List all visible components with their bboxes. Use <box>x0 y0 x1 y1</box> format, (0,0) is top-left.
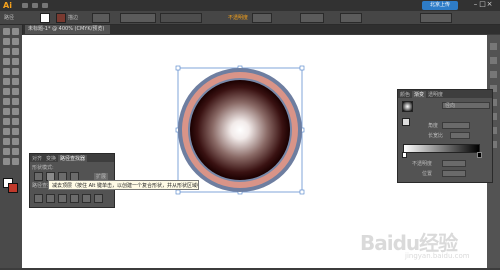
resize-handle-ne[interactable] <box>299 65 305 71</box>
blob-brush-tool-icon[interactable] <box>3 78 10 85</box>
aspect-ratio-field[interactable] <box>450 132 470 139</box>
angle-label: 角度 <box>428 123 439 129</box>
control-bar: 路径 描边 不透明度 <box>0 11 500 25</box>
maximize-button[interactable]: □ <box>479 0 486 8</box>
free-transform-tool-icon[interactable] <box>12 98 19 105</box>
direct-selection-tool-icon[interactable] <box>12 28 19 35</box>
zoom-tool-icon[interactable] <box>12 158 19 165</box>
fill-stroke-icon[interactable] <box>402 118 410 126</box>
workspace-field[interactable] <box>420 13 452 23</box>
window-controls: – □× <box>472 0 493 8</box>
location-label: 位置 <box>422 171 433 177</box>
lasso-tool-icon[interactable] <box>12 38 19 45</box>
dock-icon-2[interactable] <box>490 57 497 64</box>
document-tab[interactable]: 未标题-1* @ 400% (CMYK/预览) <box>25 25 110 34</box>
dock-icon-3[interactable] <box>490 71 497 78</box>
tab-align[interactable]: 对齐 <box>30 155 44 163</box>
crop-button[interactable] <box>70 194 79 203</box>
stop-opacity-field[interactable] <box>442 160 466 167</box>
opacity-label: 不透明度 <box>412 161 433 167</box>
warp-tool-icon[interactable] <box>3 98 10 105</box>
shape-builder-tool-icon[interactable] <box>3 108 10 115</box>
gradient-thumbnail[interactable] <box>402 101 413 112</box>
paintbrush-tool-icon[interactable] <box>3 68 10 75</box>
minus-back-button[interactable] <box>94 194 103 203</box>
tooltip: 减去顶层（按住 Alt 键单击，以创建一个复合形状，并从形状区域中减去） <box>48 180 199 190</box>
close-button[interactable]: × <box>486 0 493 8</box>
gradient-type-select[interactable]: 径向 <box>442 102 490 109</box>
eraser-tool-icon[interactable] <box>12 78 19 85</box>
aspect-ratio-label: 长宽比 <box>428 133 444 139</box>
selection-tool-icon[interactable] <box>3 28 10 35</box>
shape-modes-label: 形状模式: <box>32 165 54 171</box>
align-field[interactable] <box>340 13 362 23</box>
tab-pathfinder[interactable]: 路径查找器 <box>58 155 88 163</box>
slice-tool-icon[interactable] <box>12 148 19 155</box>
watermark-url: jingyan.baidu.com <box>405 252 470 260</box>
perspective-grid-tool-icon[interactable] <box>12 108 19 115</box>
line-tool-icon[interactable] <box>3 58 10 65</box>
expand-button[interactable]: 扩展 <box>94 173 109 180</box>
gradient-tool-icon[interactable] <box>12 118 19 125</box>
angle-field[interactable] <box>442 122 470 129</box>
eyedropper-tool-icon[interactable] <box>3 128 10 135</box>
rectangle-tool-icon[interactable] <box>12 58 19 65</box>
tab-color[interactable]: 颜色 <box>398 91 412 99</box>
outline-button[interactable] <box>82 194 91 203</box>
pathfinder-panel-tabs: 对齐 变换 路径查找器 <box>30 154 114 163</box>
scale-tool-icon[interactable] <box>12 88 19 95</box>
gradient-stop-left[interactable] <box>402 152 407 158</box>
magic-wand-tool-icon[interactable] <box>3 38 10 45</box>
tab-transform[interactable]: 变换 <box>44 155 58 163</box>
stop-location-field[interactable] <box>442 170 466 177</box>
blend-tool-icon[interactable] <box>12 128 19 135</box>
type-tool-icon[interactable] <box>12 48 19 55</box>
selection-type-label: 路径 <box>4 15 15 21</box>
brush-definition-field[interactable] <box>160 13 202 23</box>
app-title-bar: Ai 北京上传 – □× <box>0 0 500 11</box>
gradient-panel: 颜色 渐变 透明度 径向 角度 长宽比 不透明度 位置 <box>397 89 493 183</box>
sync-button[interactable]: 北京上传 <box>422 1 458 10</box>
divide-button[interactable] <box>34 194 43 203</box>
app-logo: Ai <box>3 1 12 10</box>
stroke-label: 描边 <box>68 15 79 21</box>
stroke-color-swatch[interactable] <box>8 183 18 193</box>
stock-icon[interactable] <box>32 3 38 8</box>
gradient-panel-tabs: 颜色 渐变 透明度 <box>398 90 492 99</box>
tab-gradient[interactable]: 渐变 <box>412 91 427 99</box>
symbol-sprayer-tool-icon[interactable] <box>3 138 10 145</box>
gradient-stop-right[interactable] <box>477 152 482 158</box>
stroke-swatch[interactable] <box>56 13 66 23</box>
bridge-icon[interactable] <box>22 3 28 8</box>
resize-handle-sw[interactable] <box>175 189 181 195</box>
mesh-tool-icon[interactable] <box>3 118 10 125</box>
unite-button[interactable] <box>34 172 43 181</box>
variable-width-field[interactable] <box>120 13 156 23</box>
artboard-tool-icon[interactable] <box>3 148 10 155</box>
dock-icon-1[interactable] <box>490 43 497 50</box>
opacity-label[interactable]: 不透明度 <box>228 14 248 21</box>
pencil-tool-icon[interactable] <box>12 68 19 75</box>
graph-tool-icon[interactable] <box>12 138 19 145</box>
arrange-docs-icon[interactable] <box>42 3 48 8</box>
gradient-circle[interactable] <box>190 80 290 180</box>
style-field[interactable] <box>300 13 324 23</box>
hand-tool-icon[interactable] <box>3 158 10 165</box>
minimize-button[interactable]: – <box>472 0 479 8</box>
opacity-field[interactable] <box>252 13 272 23</box>
rotate-tool-icon[interactable] <box>3 88 10 95</box>
merge-button[interactable] <box>58 194 67 203</box>
pen-tool-icon[interactable] <box>3 48 10 55</box>
stroke-weight-field[interactable] <box>92 13 110 23</box>
trim-button[interactable] <box>46 194 55 203</box>
baidu-watermark: Baidu经验 jingyan.baidu.com <box>360 225 480 265</box>
gradient-slider[interactable] <box>403 144 480 153</box>
fill-swatch[interactable] <box>40 13 50 23</box>
resize-handle-se[interactable] <box>299 189 305 195</box>
tab-transparency[interactable]: 透明度 <box>426 91 445 99</box>
resize-handle-nw[interactable] <box>175 65 181 71</box>
tool-grid <box>0 28 22 198</box>
